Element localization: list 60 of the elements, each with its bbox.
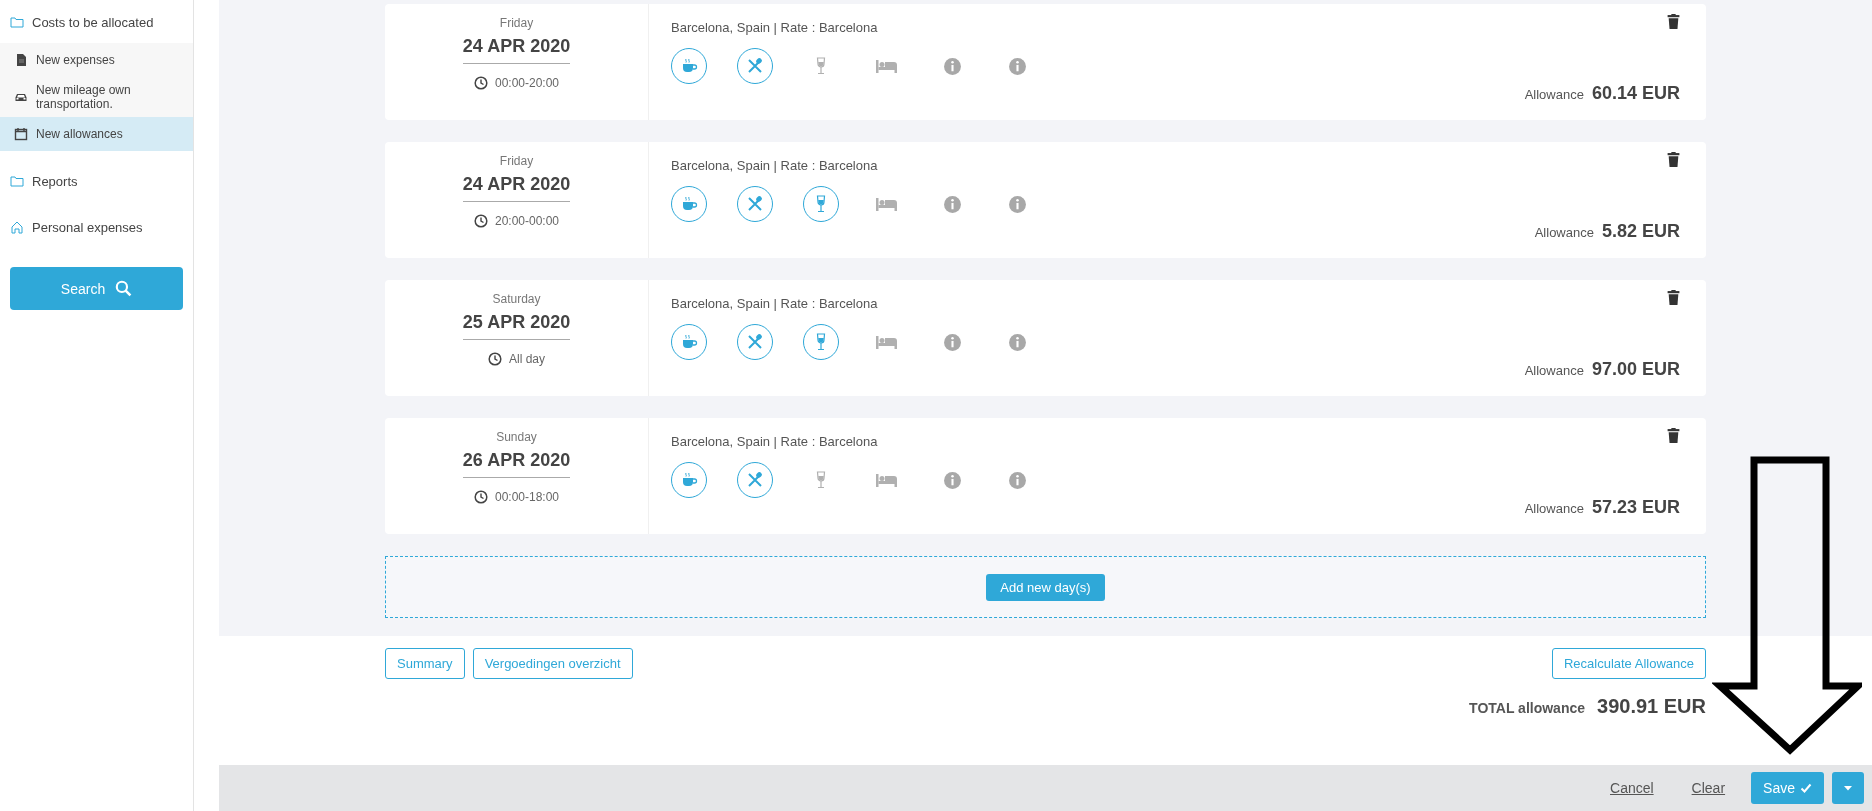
info-icon[interactable] <box>943 56 962 76</box>
check-icon <box>1800 782 1812 794</box>
info-icon[interactable] <box>1008 332 1027 352</box>
weekday-label: Sunday <box>496 430 537 444</box>
clock-icon <box>473 490 488 504</box>
clear-link[interactable]: Clear <box>1691 780 1726 796</box>
sidebar-item[interactable]: Reports <box>0 165 193 197</box>
down-arrow-icon <box>1712 456 1862 756</box>
location-label: Barcelona, Spain | Rate : Barcelona <box>671 158 878 173</box>
info-icon[interactable] <box>943 332 962 352</box>
time-range: 00:00-18:00 <box>494 490 560 504</box>
info-icon[interactable] <box>1008 470 1027 490</box>
clock-icon <box>473 76 488 90</box>
weekday-label: Friday <box>499 154 534 168</box>
time-range: 00:00-20:00 <box>494 76 560 90</box>
date-label: 24 APR 2020 <box>462 36 571 64</box>
location-label: Barcelona, Spain | Rate : Barcelona <box>671 296 878 311</box>
date-label: 25 APR 2020 <box>462 312 571 340</box>
allowance-amount: 57.23 EUR <box>1591 497 1680 518</box>
info-icon[interactable] <box>943 194 962 214</box>
search-icon <box>115 280 133 297</box>
allowance-label: Allowance <box>1524 87 1584 102</box>
allowance-label: Allowance <box>1524 501 1584 516</box>
location-label: Barcelona, Spain | Rate : Barcelona <box>671 434 878 449</box>
caret-icon <box>1844 785 1852 791</box>
trash-icon[interactable] <box>1667 290 1680 305</box>
folder-icon <box>10 15 24 29</box>
location-label: Barcelona, Spain | Rate : Barcelona <box>671 20 878 35</box>
weekday-label: Saturday <box>492 292 541 306</box>
info-icon[interactable] <box>943 470 962 490</box>
info-icon[interactable] <box>1008 194 1027 214</box>
allowance-label: Allowance <box>1524 363 1584 378</box>
clock-icon <box>488 352 502 366</box>
allowance-amount: 97.00 EUR <box>1591 359 1680 380</box>
home-icon <box>10 220 24 234</box>
date-label: 26 APR 2020 <box>462 450 571 478</box>
trash-icon[interactable] <box>1667 428 1680 443</box>
allowance-label: Allowance <box>1534 225 1594 240</box>
sidebar-item[interactable]: New allowances <box>0 117 193 151</box>
allowance-amount: 5.82 EUR <box>1601 221 1680 242</box>
total-label: TOTAL allowance <box>1469 700 1586 716</box>
trash-icon[interactable] <box>1667 152 1680 167</box>
folder-icon <box>10 174 24 188</box>
weekday-label: Friday <box>499 16 534 30</box>
sidebar-item[interactable]: Costs to be allocated <box>0 6 193 38</box>
sidebar-item[interactable]: New expenses <box>0 43 193 77</box>
dropdown-button[interactable] <box>1832 772 1864 804</box>
allowance-amount: 60.14 EUR <box>1591 83 1680 104</box>
total-amount: 390.91 EUR <box>1597 695 1706 718</box>
time-range: 20:00-00:00 <box>494 214 560 228</box>
sidebar-item[interactable]: Personal expenses <box>0 211 193 243</box>
trash-icon[interactable] <box>1667 14 1680 29</box>
document-icon <box>14 53 28 67</box>
date-label: 24 APR 2020 <box>462 174 571 202</box>
cancel-link[interactable]: Cancel <box>1610 780 1654 796</box>
sidebar-item[interactable]: New mileage own transportation. <box>0 77 193 117</box>
calendar-icon <box>14 127 28 141</box>
time-range: All day <box>509 352 545 366</box>
clock-icon <box>473 214 488 228</box>
info-icon[interactable] <box>1008 56 1027 76</box>
